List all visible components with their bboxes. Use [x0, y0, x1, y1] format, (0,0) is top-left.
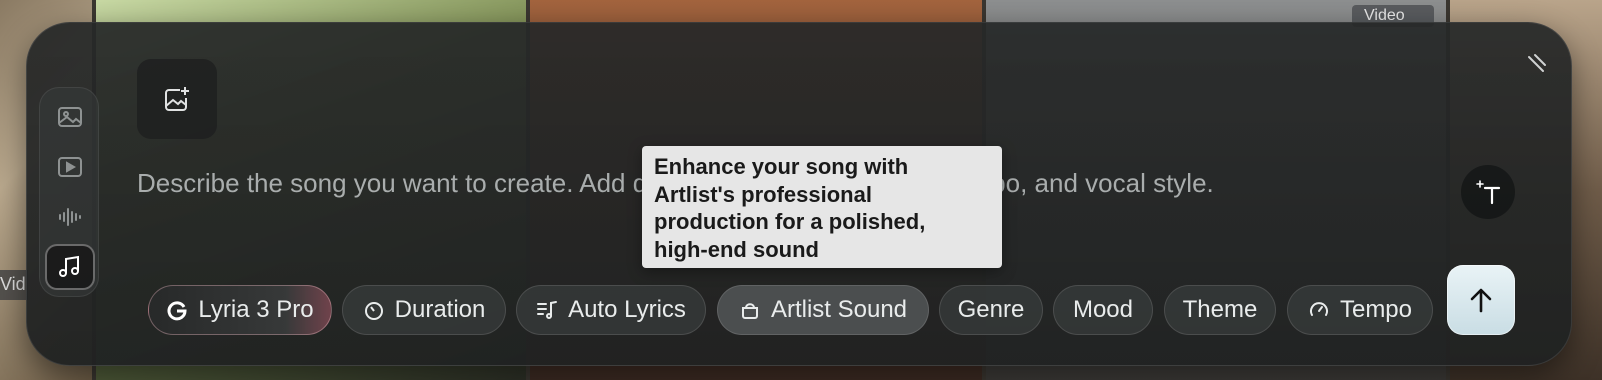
- mood-chip[interactable]: Mood: [1053, 285, 1153, 335]
- waveform-icon: [59, 208, 81, 226]
- theme-chip-label: Theme: [1182, 296, 1258, 323]
- tempo-chip[interactable]: Tempo: [1287, 285, 1433, 335]
- mood-chip-label: Mood: [1072, 296, 1134, 323]
- auto-lyrics-chip-label: Auto Lyrics: [568, 296, 686, 323]
- theme-chip[interactable]: Theme: [1164, 285, 1276, 335]
- video-mode-button[interactable]: [45, 144, 95, 190]
- google-icon: [167, 301, 187, 321]
- duration-chip[interactable]: Duration: [342, 285, 506, 335]
- duration-chip-label: Duration: [394, 296, 486, 323]
- video-badge: Vid: [0, 270, 28, 300]
- tooltip-line: high-end sound: [654, 236, 819, 262]
- genre-chip[interactable]: Genre: [939, 285, 1043, 335]
- music-mode-button[interactable]: [45, 244, 95, 290]
- collapse-icon[interactable]: [1525, 51, 1549, 75]
- image-mode-button[interactable]: [45, 94, 95, 140]
- mode-selector: [39, 87, 99, 297]
- model-selector-chip[interactable]: Lyria 3 Pro: [148, 285, 332, 335]
- speedometer-icon: [1309, 302, 1328, 316]
- music-note-icon: [59, 255, 79, 277]
- text-style-button[interactable]: [1461, 165, 1515, 219]
- genre-chip-label: Genre: [957, 296, 1025, 323]
- add-reference-image-button[interactable]: [137, 59, 217, 139]
- image-icon: [58, 107, 82, 127]
- tempo-chip-label: Tempo: [1339, 296, 1413, 323]
- generate-button[interactable]: [1447, 265, 1515, 335]
- model-chip-label: Lyria 3 Pro: [198, 296, 314, 323]
- artlist-sound-tooltip: Enhance your song with Artlist's profess…: [642, 146, 1002, 268]
- magic-text-icon: [1476, 180, 1501, 205]
- sound-bag-icon: [741, 303, 758, 319]
- artlist-sound-chip-label: Artlist Sound: [770, 296, 908, 323]
- tooltip-line: production for a polished,: [654, 209, 926, 234]
- play-icon: [58, 157, 82, 177]
- artlist-sound-chip[interactable]: Artlist Sound: [717, 285, 929, 335]
- add-image-icon: [165, 87, 189, 111]
- lyrics-icon: [537, 301, 558, 319]
- auto-lyrics-chip[interactable]: Auto Lyrics: [516, 285, 706, 335]
- tooltip-line: Artlist's professional: [654, 181, 872, 207]
- tooltip-line: Enhance your song with: [654, 154, 909, 179]
- timer-icon: [364, 302, 383, 320]
- audio-mode-button[interactable]: [45, 194, 95, 240]
- arrow-up-icon: [1470, 288, 1492, 313]
